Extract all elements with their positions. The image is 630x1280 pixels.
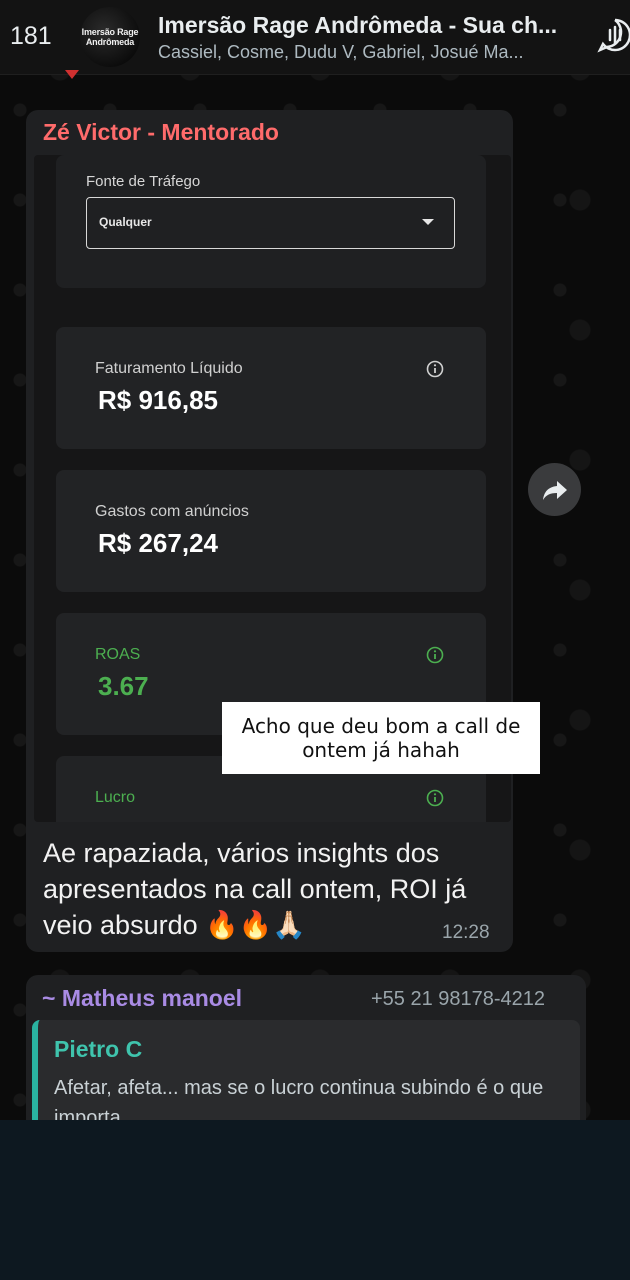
info-icon: [426, 789, 444, 807]
message-bubble-reply[interactable]: ~ Matheus manoel +55 21 98178-4212 Pietr…: [26, 975, 586, 1120]
avatar-logo-text: Imersão Rage Andrômeda: [82, 27, 139, 47]
group-title[interactable]: Imersão Rage Andrômeda - Sua ch...: [158, 12, 578, 39]
group-avatar[interactable]: Imersão Rage Andrômeda: [80, 7, 140, 67]
fonte-label: Fonte de Tráfego: [86, 173, 201, 190]
bottom-area: [0, 1120, 630, 1280]
gastos-value: R$ 267,24: [98, 528, 218, 558]
reply-sender-phone: +55 21 98178-4212: [371, 988, 546, 1010]
info-icon: [426, 360, 444, 378]
group-members[interactable]: Cassiel, Cosme, Dudu V, Gabriel, Josué M…: [158, 42, 578, 63]
faturamento-value: R$ 916,85: [98, 385, 218, 415]
forward-arrow-icon: [542, 480, 567, 500]
fonte-card: Fonte de Tráfego Qualquer: [56, 155, 486, 288]
fonte-select: Qualquer: [86, 197, 455, 249]
quoted-message[interactable]: Pietro C Afetar, afeta... mas se o lucro…: [32, 1020, 580, 1120]
avatar-line1: Imersão Rage: [81, 27, 139, 37]
chat-header: 181 Imersão Rage Andrômeda Imersão Rage …: [0, 0, 630, 75]
message-sender[interactable]: Zé Victor - Mentorado: [43, 119, 279, 146]
back-unread-count[interactable]: 181: [10, 22, 52, 51]
quoted-text: Afetar, afeta... mas se o lucro continua…: [54, 1077, 544, 1120]
reaction-heart-icon: [65, 70, 79, 79]
faturamento-label: Faturamento Líquido: [95, 360, 243, 377]
screenshot-caption-overlay: Acho que deu bom a call de ontem já haha…: [222, 702, 540, 774]
gastos-label: Gastos com anúncios: [95, 503, 249, 520]
reply-sender[interactable]: ~ Matheus manoel: [42, 985, 242, 1012]
quoted-sender: Pietro C: [54, 1036, 143, 1062]
info-icon: [426, 646, 444, 664]
forward-button[interactable]: [528, 463, 581, 516]
lucro-label: Lucro: [95, 789, 136, 806]
avatar-line2: Andrômeda: [85, 37, 135, 47]
gastos-card: Gastos com anúncios R$ 267,24: [56, 470, 486, 592]
fonte-value: Qualquer: [99, 215, 152, 229]
roas-value: 3.67: [98, 671, 149, 701]
roas-label: ROAS: [95, 646, 141, 663]
voice-chat-icon[interactable]: [597, 17, 630, 53]
message-text: Ae rapaziada, vários insights dos aprese…: [43, 838, 467, 940]
message-time: 12:28: [442, 922, 490, 943]
chevron-down-icon: [422, 219, 434, 225]
message-bubble[interactable]: Zé Victor - Mentorado Fonte de Tráfego Q…: [26, 110, 513, 952]
faturamento-card: Faturamento Líquido R$ 916,85: [56, 327, 486, 449]
